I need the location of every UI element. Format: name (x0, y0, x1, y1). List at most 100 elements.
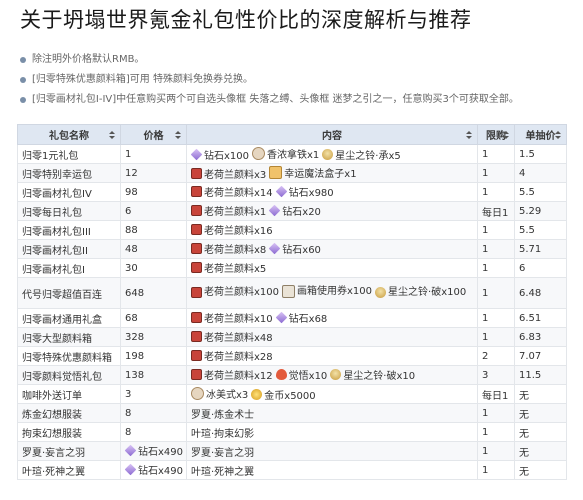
pack-item-text: 星尘之铃·承x5 (335, 150, 401, 162)
pack-item-text: 钻石x980 (288, 188, 334, 199)
pack-content-cell: 老荷兰颜料x100 画箱使用券x100 星尘之铃·破x100 (186, 277, 478, 309)
table-row: 拘束幻想服装 8 叶瑄·拘束幻影 1 无 (17, 422, 567, 442)
table-body: 归零1元礼包 1 钻石x100 香浓拿铁x1 星尘之铃·承x5 1 1.5 归零特别幸运包 12… (17, 144, 567, 480)
table-row: 归零1元礼包 1 钻石x100 香浓拿铁x1 星尘之铃·承x5 1 1.5 (17, 144, 567, 164)
sort-icon[interactable] (503, 131, 510, 139)
pack-item-text: 罗夏·妄言之羽 (191, 447, 255, 459)
column-header-content[interactable]: 内容 (186, 124, 478, 145)
pack-name-cell: 咖啡外送订单 (17, 384, 121, 404)
pack-price-cell: 钻石x490 (120, 460, 187, 480)
sort-icon[interactable] (555, 131, 562, 139)
pack-item: 钻石x490 (124, 443, 184, 458)
pack-item-text: 画箱使用券x100 (297, 285, 373, 297)
note-item: [归零特殊优惠颜料箱]可用 特殊颜料免换券兑换。 (20, 70, 575, 90)
diamond-icon (275, 311, 287, 324)
pack-item-text: 星尘之铃·破x100 (388, 286, 467, 298)
pack-price-cell: 98 (120, 182, 187, 202)
pack-name-cell: 归零1元礼包 (17, 144, 121, 164)
pack-price-cell: 68 (120, 308, 187, 328)
pack-unit-price-cell: 11.5 (514, 365, 567, 385)
table-row: 归零画材通用礼盒 68 老荷兰颜料x10 钻石x68 1 6.51 (17, 308, 567, 328)
pack-item-text: 钻石x490 (138, 447, 184, 458)
note-text: 除注明外价格默认RMB。 (32, 54, 145, 65)
pack-price-cell: 88 (120, 220, 187, 240)
pack-name-cell: 罗夏·妄言之羽 (17, 441, 121, 461)
table-row: 咖啡外送订单 3 冰美式x3 金币x5000 每日1 无 (17, 384, 567, 404)
pack-price-cell: 8 (120, 422, 187, 442)
table-row: 归零画材礼包III 88 老荷兰颜料x16 1 5.5 (17, 220, 567, 240)
pack-price-cell: 钻石x490 (120, 441, 187, 461)
bullet-icon (20, 97, 26, 103)
pack-item-text: 老荷兰颜料x100 (204, 286, 280, 298)
pack-price-cell: 6 (120, 201, 187, 221)
pack-name-cell: 归零特殊优惠颜料箱 (17, 346, 121, 366)
pack-price-cell: 48 (120, 239, 187, 259)
sort-icon[interactable] (109, 131, 116, 139)
pack-item-text: 钻石x100 (204, 150, 250, 162)
pack-limit-cell: 1 (477, 220, 515, 240)
note-item: [归零画材礼包I-IV]中任意购买两个可自选头像框 失落之缚、头像框 迷梦之引之… (20, 90, 575, 110)
pack-item: 罗夏·妄言之羽 (191, 444, 254, 459)
pack-item-text: 冰美式x3 (206, 389, 249, 401)
pack-item: 冰美式x3 (191, 386, 248, 401)
pack-name-cell: 代号归零超值百连 (17, 277, 121, 309)
pack-unit-price-cell: 6.83 (514, 327, 567, 347)
pack-content-cell: 钻石x100 香浓拿铁x1 星尘之铃·承x5 (186, 144, 478, 164)
diamond-icon (124, 463, 137, 476)
pack-limit-cell: 1 (477, 327, 515, 347)
pack-item: 幸运魔法盒子x1 (269, 165, 357, 180)
pack-name-cell: 归零画材礼包I (17, 258, 121, 278)
pack-item-text: 钻石x20 (282, 207, 321, 218)
pack-limit-cell: 1 (477, 182, 515, 202)
column-header-name[interactable]: 礼包名称 (17, 124, 121, 145)
pack-unit-price-cell: 无 (514, 460, 567, 480)
pack-limit-cell: 1 (477, 277, 515, 309)
pack-content-cell: 罗夏·妄言之羽 (186, 441, 478, 461)
pack-unit-price-cell: 无 (514, 422, 567, 442)
pack-item: 老荷兰颜料x14 (191, 184, 273, 199)
pack-content-cell: 老荷兰颜料x3 幸运魔法盒子x1 (186, 163, 478, 183)
pack-unit-price-cell: 5.5 (514, 220, 567, 240)
box-icon (269, 165, 283, 179)
pack-item-text: 钻石x60 (282, 245, 321, 256)
sort-icon[interactable] (175, 131, 182, 139)
pack-item: 星尘之铃·破x10 (330, 367, 415, 382)
column-header-price[interactable]: 价格 (120, 124, 187, 145)
pack-unit-price-cell: 6.51 (514, 308, 567, 328)
pack-item-text: 幸运魔法盒子x1 (284, 168, 357, 180)
table-row: 归零画材礼包I 30 老荷兰颜料x5 1 6 (17, 258, 567, 278)
pack-item-text: 叶瑄·死神之翼 (191, 466, 255, 478)
pack-content-cell: 老荷兰颜料x28 (186, 346, 478, 366)
diamond-icon (124, 444, 137, 457)
pack-name-cell: 叶瑄·死神之翼 (17, 460, 121, 480)
flame-icon (275, 369, 287, 380)
sort-icon[interactable] (466, 131, 473, 139)
gold-icon (251, 388, 263, 400)
pack-item: 叶瑄·死神之翼 (191, 463, 254, 478)
column-header-unit-price[interactable]: 单抽价 (514, 124, 567, 145)
pack-limit-cell: 1 (477, 163, 515, 183)
bullet-icon (20, 57, 26, 63)
page-title: 关于坍塌世界氪金礼包性价比的深度解析与推荐 (20, 8, 472, 32)
pack-unit-price-cell: 4 (514, 163, 567, 183)
table-row: 代号归零超值百连 648 老荷兰颜料x100 画箱使用券x100 星尘之铃·破x100 1… (17, 277, 567, 309)
column-header-limit[interactable]: 限购 (477, 124, 515, 145)
pack-item: 钻石x100 (190, 147, 250, 162)
pack-name-cell: 拘束幻想服装 (17, 422, 121, 442)
note-item: 除注明外价格默认RMB。 (20, 50, 575, 70)
diamond-icon (190, 148, 203, 160)
pack-item: 钻石x980 (275, 184, 334, 199)
pack-item: 老荷兰颜料x8 (191, 241, 266, 256)
pack-name-cell: 归零颜料觉悟礼包 (17, 365, 121, 385)
pack-item: 星尘之铃·承x5 (322, 147, 401, 162)
coffee-icon (191, 386, 204, 400)
pack-content-cell: 罗夏·炼金术士 (186, 403, 478, 423)
pack-item-text: 老荷兰颜料x48 (204, 333, 273, 344)
pack-limit-cell: 1 (477, 258, 515, 278)
pack-item-text: 钻石x68 (288, 314, 328, 325)
table-row: 归零画材礼包II 48 老荷兰颜料x8 钻石x60 1 5.71 (17, 239, 567, 259)
pack-unit-price-cell: 无 (514, 384, 567, 404)
pack-limit-cell: 1 (477, 239, 515, 259)
pack-price-cell: 328 (120, 327, 187, 347)
paint-icon (191, 205, 202, 216)
